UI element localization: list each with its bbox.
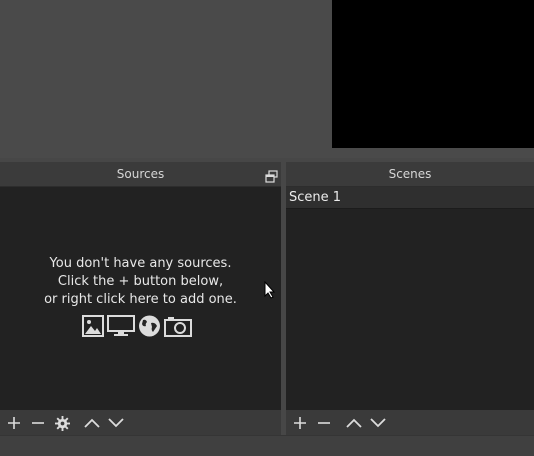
sources-empty-message: You don't have any sources. Click the + … (0, 255, 281, 309)
scenes-dock-title: Scenes (286, 162, 534, 187)
empty-line-3: or right click here to add one. (44, 292, 237, 307)
mouse-cursor-icon (264, 280, 276, 303)
move-up-icon (346, 418, 362, 428)
gear-icon (54, 415, 70, 431)
add-source-button[interactable] (3, 412, 25, 434)
scenes-dock: Scenes Scene 1 (286, 162, 534, 436)
add-icon (8, 417, 20, 429)
add-icon (294, 417, 306, 429)
sources-dock-title: Sources (0, 162, 281, 187)
remove-icon (318, 422, 330, 424)
sources-toolbar (0, 410, 281, 436)
obs-window: Sources You don't have any sources. Clic… (0, 0, 534, 456)
sources-title-label: Sources (116, 167, 165, 181)
scenes-toolbar (286, 410, 534, 436)
preview-canvas[interactable] (332, 0, 534, 148)
display-icon (107, 315, 135, 341)
source-properties-button[interactable] (51, 412, 73, 434)
undock-icon[interactable] (265, 167, 278, 183)
move-scene-up-button[interactable] (343, 412, 365, 434)
remove-source-button[interactable] (27, 412, 49, 434)
scenes-title-label: Scenes (388, 167, 432, 181)
preview-area (0, 0, 534, 158)
sources-list[interactable]: You don't have any sources. Click the + … (0, 187, 281, 410)
move-source-down-button[interactable] (105, 412, 127, 434)
move-source-up-button[interactable] (81, 412, 103, 434)
empty-line-1: You don't have any sources. (49, 256, 232, 271)
move-scene-down-button[interactable] (367, 412, 389, 434)
empty-line-2: Click the + button below, (57, 274, 224, 289)
sources-dock: Sources You don't have any sources. Clic… (0, 162, 281, 436)
scenes-list[interactable]: Scene 1 (286, 187, 534, 410)
source-type-icons (82, 315, 192, 341)
move-down-icon (108, 418, 124, 428)
move-down-icon (370, 418, 386, 428)
status-bar (0, 435, 534, 456)
remove-icon (32, 422, 44, 424)
move-up-icon (84, 418, 100, 428)
globe-icon (138, 315, 161, 341)
remove-scene-button[interactable] (313, 412, 335, 434)
add-scene-button[interactable] (289, 412, 311, 434)
image-icon (82, 315, 104, 341)
scene-item[interactable]: Scene 1 (286, 187, 534, 209)
camera-icon (164, 315, 192, 341)
